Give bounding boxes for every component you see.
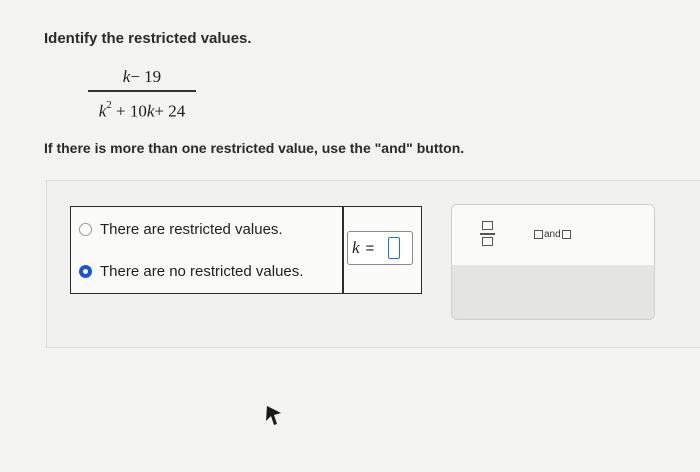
radio-button-icon[interactable] (79, 223, 92, 236)
choice-restricted-values[interactable]: There are restricted values. (79, 221, 283, 238)
choice-label: There are no restricted values. (100, 263, 304, 280)
fraction-numerator: k− 19 (122, 67, 162, 86)
radio-button-selected-icon[interactable] (79, 265, 92, 278)
palette-action-bar: × (452, 265, 654, 319)
instruction-hint: If there is more than one restricted val… (44, 140, 465, 156)
mouse-pointer-icon (263, 404, 285, 428)
and-button[interactable]: and (534, 229, 571, 240)
rational-expression: k− 19 k2 + 10k+ 24 (88, 66, 196, 121)
fraction-template-icon[interactable] (478, 219, 498, 249)
choice-label: There are restricted values. (100, 221, 283, 238)
equals-sign: = (365, 239, 375, 257)
table-divider (342, 207, 344, 293)
and-label: and (544, 229, 561, 240)
box-icon (534, 230, 543, 239)
box-icon (561, 230, 571, 239)
math-palette: and × (451, 204, 655, 320)
choice-table: There are restricted values. There are n… (70, 206, 422, 294)
answer-input-box[interactable]: k = (347, 231, 413, 265)
fraction-denominator: k2 + 10k+ 24 (98, 98, 186, 121)
answer-input-slot[interactable] (388, 237, 401, 259)
choice-no-restricted-values[interactable]: There are no restricted values. (79, 263, 303, 280)
fraction-bar (88, 90, 196, 92)
question-prompt: Identify the restricted values. (44, 30, 252, 47)
answer-variable: k (352, 238, 360, 257)
